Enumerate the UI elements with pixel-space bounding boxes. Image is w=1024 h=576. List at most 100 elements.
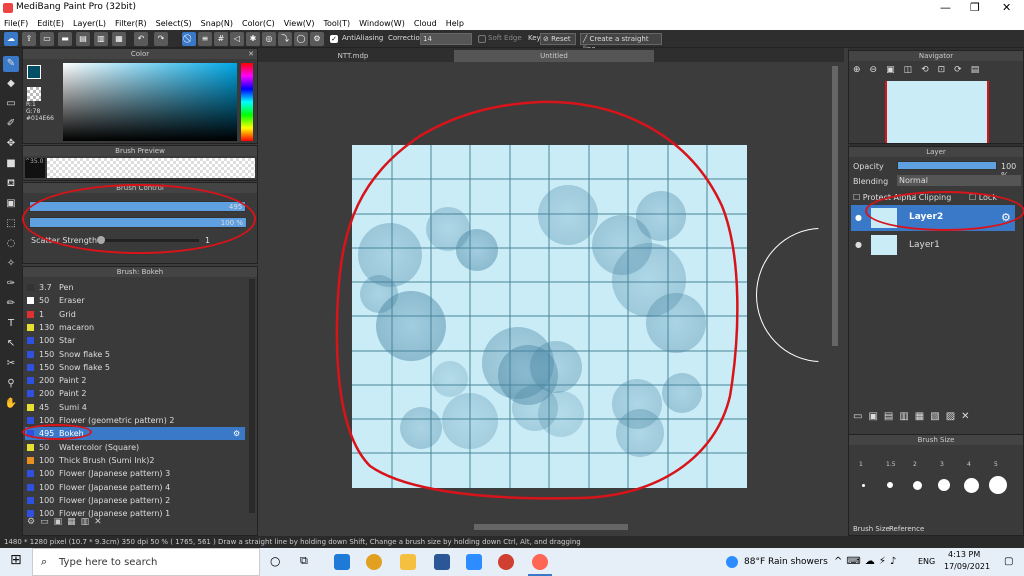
- panel-icon[interactable]: ▦: [112, 32, 126, 46]
- brush-size-preset[interactable]: [938, 479, 950, 491]
- gradient-tool-icon[interactable]: ▣: [3, 196, 19, 212]
- hand-tool-icon[interactable]: ✋: [3, 396, 19, 412]
- search-box[interactable]: ⌕ Type here to search: [32, 548, 260, 576]
- menu-edit[interactable]: Edit(E): [37, 19, 64, 28]
- brush-list-item[interactable]: 200 Paint 2: [25, 387, 245, 400]
- clock-time[interactable]: 4:13 PM: [948, 550, 980, 559]
- menu-select[interactable]: Select(S): [156, 19, 192, 28]
- menu-color[interactable]: Color(C): [242, 19, 275, 28]
- layer-actions-toolbar[interactable]: ▭▣▤▥▦▧▨✕: [853, 411, 1021, 425]
- close-button[interactable]: ✕: [1002, 1, 1011, 14]
- menu-cloud[interactable]: Cloud: [414, 19, 437, 28]
- brush-size-presets[interactable]: 1 1.5 2 3 4 5: [853, 461, 1021, 495]
- magic-wand-tool-icon[interactable]: ✧: [3, 256, 19, 272]
- file-explorer-icon[interactable]: [400, 554, 416, 570]
- operation-tool-icon[interactable]: ↖: [3, 336, 19, 352]
- brush-list-scrollbar[interactable]: [249, 279, 255, 513]
- menu-filter[interactable]: Filter(R): [115, 19, 147, 28]
- open-icon[interactable]: ⇪: [22, 32, 36, 46]
- parallel-snap-icon[interactable]: ≡: [198, 32, 212, 46]
- reset-button[interactable]: ⊘ Reset: [540, 33, 576, 45]
- canvas-horizontal-scrollbar[interactable]: [474, 524, 628, 530]
- brush-tool-icon[interactable]: ✎: [3, 56, 19, 72]
- color-saturation-picker[interactable]: [63, 63, 237, 141]
- hue-slider[interactable]: [241, 63, 253, 141]
- comment-icon[interactable]: ▬: [58, 32, 72, 46]
- circle-snap-icon[interactable]: ◎: [262, 32, 276, 46]
- select-tool-icon[interactable]: ⬚: [3, 216, 19, 232]
- menu-view[interactable]: View(V): [284, 19, 315, 28]
- brush-list-item[interactable]: 100 Flower (Japanese pattern) 4: [25, 481, 245, 494]
- page-icon[interactable]: ▤: [76, 32, 90, 46]
- eyedropper-tool-icon[interactable]: ⚲: [3, 376, 19, 392]
- tab-untitled[interactable]: Untitled: [454, 50, 654, 62]
- brush-list-item[interactable]: 100 Flower (Japanese pattern) 2: [25, 494, 245, 507]
- navigator-toolbar[interactable]: ⊕⊖▣◫⟲⊡⟳▤: [853, 65, 1019, 79]
- brush-list-item[interactable]: 1 Grid: [25, 308, 245, 321]
- layers-icon[interactable]: ▥: [94, 32, 108, 46]
- bucket-tool-icon[interactable]: ⛾: [3, 176, 19, 192]
- cortana-icon[interactable]: ○: [270, 554, 280, 568]
- edge-browser-icon[interactable]: [334, 554, 350, 570]
- text-tool-icon[interactable]: T: [3, 316, 19, 332]
- blending-select[interactable]: Normal: [897, 175, 1021, 186]
- visibility-eye-icon[interactable]: ●: [855, 213, 862, 222]
- brush-size-preset[interactable]: [989, 476, 1007, 494]
- system-tray-icons[interactable]: ^⌨☁⚡♪: [834, 556, 900, 567]
- brush-list-item[interactable]: 3.7 Pen: [25, 281, 245, 294]
- menu-file[interactable]: File(F): [4, 19, 28, 28]
- word-icon[interactable]: [434, 554, 450, 570]
- curve-snap-icon[interactable]: ⤵: [278, 32, 292, 46]
- windows-start-icon[interactable]: ⊞: [10, 552, 22, 568]
- tab-ntt[interactable]: NTT.mdp: [318, 50, 388, 62]
- zoom-icon[interactable]: [466, 554, 482, 570]
- primary-color-swatch[interactable]: [27, 65, 41, 79]
- divide-tool-icon[interactable]: ✂: [3, 356, 19, 372]
- select-eraser-tool-icon[interactable]: ✏: [3, 296, 19, 312]
- brush-list-item[interactable]: 100 Thick Brush (Sumi Ink)2: [25, 454, 245, 467]
- eraser-tool-icon[interactable]: ◆: [3, 76, 19, 92]
- brush-list-actions[interactable]: ⚙▭▣▦▥✕: [27, 517, 187, 531]
- lasso-tool-icon[interactable]: ◌: [3, 236, 19, 252]
- move-tool-icon[interactable]: ✥: [3, 136, 19, 152]
- brush-list-item[interactable]: 50 Eraser: [25, 294, 245, 307]
- brush-size-preset[interactable]: [861, 483, 865, 487]
- brush-size-preset[interactable]: [912, 480, 922, 490]
- snap-off-icon[interactable]: ⃠: [182, 32, 196, 46]
- layer-row[interactable]: ● Layer1: [851, 233, 1015, 257]
- transparent-swatch[interactable]: [27, 87, 41, 101]
- chrome-icon[interactable]: [366, 554, 382, 570]
- ellipse-snap-icon[interactable]: ◯: [294, 32, 308, 46]
- navigator-thumbnail[interactable]: [885, 81, 989, 143]
- straight-line-button[interactable]: ╱ Create a straight line: [580, 33, 662, 53]
- grid-snap-icon[interactable]: #: [214, 32, 228, 46]
- minimize-button[interactable]: —: [940, 1, 951, 14]
- menu-snap[interactable]: Snap(N): [201, 19, 233, 28]
- pen-tool-icon[interactable]: ✐: [3, 116, 19, 132]
- save-icon[interactable]: ▭: [40, 32, 54, 46]
- brush-size-preset[interactable]: [963, 477, 979, 493]
- panel-close-icon[interactable]: ✕: [248, 49, 254, 59]
- notifications-icon[interactable]: ▢: [1004, 556, 1013, 567]
- menu-help[interactable]: Help: [446, 19, 464, 28]
- maximize-button[interactable]: ❐: [970, 1, 980, 14]
- brush-list-item[interactable]: 150 Snow flake 5: [25, 361, 245, 374]
- soft-edge-checkbox[interactable]: [478, 35, 486, 43]
- brush-list-item[interactable]: 150 Snow flake 5: [25, 348, 245, 361]
- task-view-icon[interactable]: ⧉: [300, 554, 308, 568]
- brush-list-item[interactable]: 50 Watercolor (Square): [25, 441, 245, 454]
- correction-select[interactable]: 14: [420, 33, 472, 45]
- medibang-icon[interactable]: [532, 554, 548, 570]
- brush-size-preset[interactable]: [887, 482, 893, 488]
- menu-window[interactable]: Window(W): [359, 19, 405, 28]
- cloud-icon[interactable]: ☁: [4, 32, 18, 46]
- brush-list-item[interactable]: 200 Paint 2: [25, 374, 245, 387]
- perspective-snap-icon[interactable]: ◁: [230, 32, 244, 46]
- tab-reference[interactable]: Reference: [889, 525, 924, 533]
- language-indicator[interactable]: ENG: [918, 557, 935, 566]
- menu-tool[interactable]: Tool(T): [323, 19, 350, 28]
- visibility-eye-icon[interactable]: ●: [855, 240, 862, 249]
- redo-icon[interactable]: ↷: [154, 32, 168, 46]
- settings-snap-icon[interactable]: ⚙: [310, 32, 324, 46]
- dot-tool-icon[interactable]: ▭: [3, 96, 19, 112]
